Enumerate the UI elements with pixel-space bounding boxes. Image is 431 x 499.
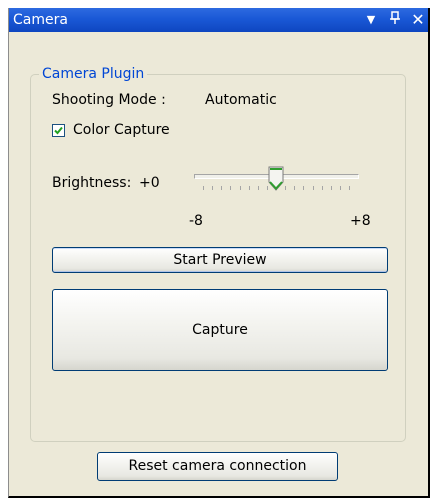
brightness-label: Brightness: <box>52 175 132 191</box>
shooting-mode-value: Automatic <box>205 92 277 108</box>
brightness-slider-thumb[interactable] <box>267 166 285 192</box>
slider-tick <box>349 186 350 190</box>
reset-camera-connection-button[interactable]: Reset camera connection <box>97 452 338 481</box>
title-bar[interactable]: Camera ▼ ✕ <box>9 8 428 32</box>
check-mark-icon <box>54 126 63 135</box>
slider-tick <box>248 186 250 190</box>
triangle-down-icon[interactable]: ▼ <box>363 11 379 29</box>
slider-tick <box>203 186 204 190</box>
group-legend: Camera Plugin <box>42 66 145 82</box>
capture-button[interactable]: Capture <box>52 289 388 371</box>
slider-tick <box>221 186 223 190</box>
slider-tick <box>339 186 341 190</box>
color-capture-label[interactable]: Color Capture <box>73 122 170 138</box>
slider-tick <box>294 186 296 190</box>
shooting-mode-label: Shooting Mode : <box>52 92 166 108</box>
slider-tick <box>330 186 332 190</box>
start-preview-button[interactable]: Start Preview <box>52 247 388 273</box>
close-icon[interactable]: ✕ <box>410 11 426 29</box>
slider-tick <box>321 186 323 190</box>
brightness-value: +0 <box>139 175 160 191</box>
slider-tick <box>212 186 214 190</box>
pin-icon[interactable] <box>386 11 404 29</box>
brightness-min-label: -8 <box>189 213 203 229</box>
slider-tick <box>257 186 259 190</box>
slider-tick <box>230 186 232 190</box>
slider-tick <box>303 186 305 190</box>
slider-tick <box>285 186 287 190</box>
window-title: Camera <box>13 12 68 28</box>
brightness-max-label: +8 <box>350 213 371 229</box>
slider-tick <box>312 186 314 190</box>
color-capture-checkbox[interactable] <box>52 124 65 137</box>
slider-tick <box>239 186 241 190</box>
